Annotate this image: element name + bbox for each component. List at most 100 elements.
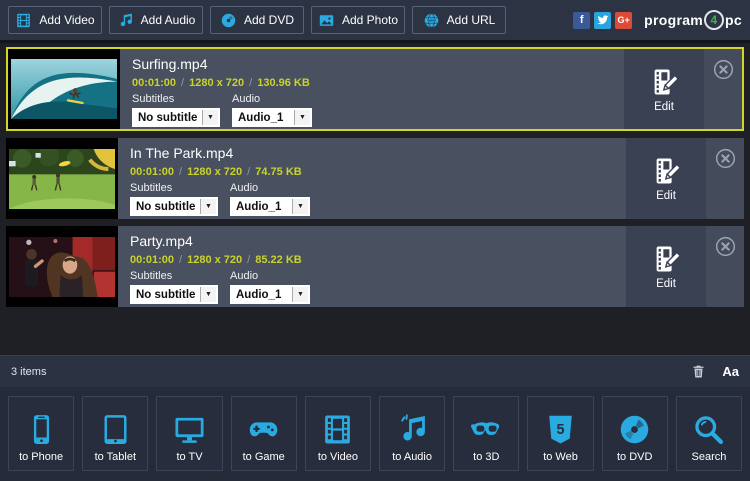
- remove-item-icon[interactable]: [712, 58, 735, 81]
- remove-item-icon[interactable]: [714, 235, 737, 258]
- to-video-button[interactable]: to Video: [304, 396, 372, 471]
- media-title: In The Park.mp4: [130, 145, 234, 161]
- subtitles-dropdown[interactable]: No subtitle ▼: [130, 285, 218, 304]
- media-duration: 00:01:00: [130, 166, 175, 178]
- tv-icon: [175, 417, 204, 443]
- video-thumbnail-party: [6, 226, 118, 307]
- media-row-surfing[interactable]: Surfing.mp4 00:01:00/1280 x 720/130.96 K…: [6, 47, 744, 131]
- add-video-button[interactable]: Add Video: [8, 6, 102, 34]
- search-icon: [695, 416, 724, 445]
- to-audio-button[interactable]: to Audio: [379, 396, 446, 471]
- media-row-party[interactable]: Party.mp4 00:01:00/1280 x 720/85.22 KB S…: [6, 226, 744, 307]
- add-url-button[interactable]: www Add URL: [412, 6, 506, 34]
- media-duration: 00:01:00: [130, 254, 175, 266]
- add-video-label: Add Video: [39, 13, 95, 27]
- chevron-down-icon: ▼: [292, 199, 308, 214]
- subtitles-label: Subtitles: [130, 270, 173, 282]
- add-photo-button[interactable]: Add Photo: [311, 6, 405, 34]
- media-title: Surfing.mp4: [132, 56, 208, 72]
- dock-label: Search: [691, 451, 727, 463]
- audio-label: Audio: [230, 182, 259, 194]
- media-info: In The Park.mp4 00:01:00/1280 x 720/74.7…: [118, 138, 626, 219]
- status-bar-right: Aa: [691, 363, 739, 380]
- to-web-button[interactable]: 5 to Web: [527, 396, 594, 471]
- logo-text-left: program: [644, 12, 704, 28]
- audio-dropdown[interactable]: Audio_1 ▼: [232, 108, 312, 127]
- audio-label: Audio: [232, 93, 261, 105]
- gamepad-icon: [249, 422, 278, 437]
- add-audio-button[interactable]: Add Audio: [109, 6, 203, 34]
- program4pc-logo: program 4 pc: [644, 10, 742, 30]
- conversion-dock: to Phone to Tablet to TV to Game to Vide…: [0, 387, 750, 481]
- add-audio-label: Add Audio: [140, 13, 196, 27]
- subtitles-dropdown[interactable]: No subtitle ▼: [132, 108, 220, 127]
- photo-icon: [319, 14, 334, 26]
- edit-button[interactable]: Edit: [626, 138, 706, 219]
- dock-label: to Audio: [392, 451, 432, 463]
- audio-dropdown[interactable]: Audio_1 ▼: [230, 197, 310, 216]
- subtitles-label: Subtitles: [130, 182, 173, 194]
- item-count: 3 items: [11, 365, 47, 378]
- dock-label: to Game: [242, 451, 285, 463]
- to-dvd-button[interactable]: to DVD: [601, 396, 668, 471]
- edit-label: Edit: [656, 190, 676, 202]
- to-game-button[interactable]: to Game: [230, 396, 297, 471]
- logo-text-right: pc: [725, 12, 742, 28]
- film-icon: [17, 13, 31, 27]
- audio-control: Audio Audio_1 ▼: [232, 93, 312, 127]
- dock-label: to 3D: [473, 451, 500, 463]
- remove-item-icon[interactable]: [714, 147, 737, 170]
- video-thumbnail-park: [6, 138, 118, 219]
- surfing-thumbnail-image: [11, 59, 117, 119]
- 3d-glasses-icon: [470, 422, 500, 435]
- audio-value: Audio_1: [238, 111, 284, 124]
- film-pencil-edit-icon: [656, 246, 681, 272]
- status-bar: 3 items Aa: [0, 355, 750, 387]
- subtitles-value: No subtitle: [136, 200, 196, 213]
- toolbar: Add Video Add Audio Add DVD Add Photo ww…: [0, 0, 750, 43]
- add-dvd-label: Add DVD: [243, 13, 295, 27]
- dock-label: to DVD: [616, 451, 653, 463]
- twitter-icon[interactable]: [594, 11, 612, 29]
- google-plus-glyph: G+: [617, 14, 630, 25]
- media-size: 74.75 KB: [255, 166, 302, 178]
- font-size-button[interactable]: Aa: [722, 364, 739, 379]
- edit-label: Edit: [654, 100, 674, 113]
- subtitles-control: Subtitles No subtitle ▼: [132, 93, 220, 127]
- facebook-glyph: f: [579, 13, 584, 26]
- subtitles-control: Subtitles No subtitle ▼: [130, 182, 218, 216]
- add-dvd-button[interactable]: Add DVD: [210, 6, 304, 34]
- media-row-in-the-park[interactable]: In The Park.mp4 00:01:00/1280 x 720/74.7…: [6, 138, 744, 219]
- globe-www-icon: www: [424, 12, 438, 28]
- search-button[interactable]: Search: [675, 396, 743, 471]
- trash-icon[interactable]: [691, 363, 706, 380]
- svg-text:5: 5: [557, 422, 565, 438]
- google-plus-icon[interactable]: G+: [615, 11, 633, 29]
- svg-text:www: www: [426, 18, 436, 22]
- facebook-icon[interactable]: f: [573, 11, 591, 29]
- subtitles-label: Subtitles: [132, 93, 175, 105]
- logo-circle: 4: [704, 10, 725, 30]
- dock-label: to Video: [317, 451, 358, 463]
- to-tv-button[interactable]: to TV: [156, 396, 223, 471]
- to-tablet-button[interactable]: to Tablet: [82, 396, 149, 471]
- media-resolution: 1280 x 720: [187, 254, 243, 266]
- media-controls: Subtitles No subtitle ▼ Audio Audio_1 ▼: [132, 93, 624, 127]
- dock-label: to Tablet: [94, 451, 136, 463]
- disc-icon: [221, 13, 236, 27]
- media-info: Surfing.mp4 00:01:00/1280 x 720/130.96 K…: [120, 49, 624, 129]
- subtitles-dropdown[interactable]: No subtitle ▼: [130, 197, 218, 216]
- film-pencil-edit-icon: [656, 158, 681, 184]
- audio-dropdown[interactable]: Audio_1 ▼: [230, 285, 310, 304]
- media-meta: 00:01:00/1280 x 720/74.75 KB: [130, 166, 302, 178]
- chevron-down-icon: ▼: [200, 199, 216, 214]
- disc-icon: [620, 415, 649, 444]
- media-resolution: 1280 x 720: [187, 166, 243, 178]
- edit-button[interactable]: Edit: [624, 49, 704, 129]
- chevron-down-icon: ▼: [202, 110, 218, 125]
- to-3d-button[interactable]: to 3D: [453, 396, 520, 471]
- close-strip: [706, 138, 744, 219]
- edit-button[interactable]: Edit: [626, 226, 706, 307]
- film-icon: [325, 415, 351, 444]
- to-phone-button[interactable]: to Phone: [8, 396, 75, 471]
